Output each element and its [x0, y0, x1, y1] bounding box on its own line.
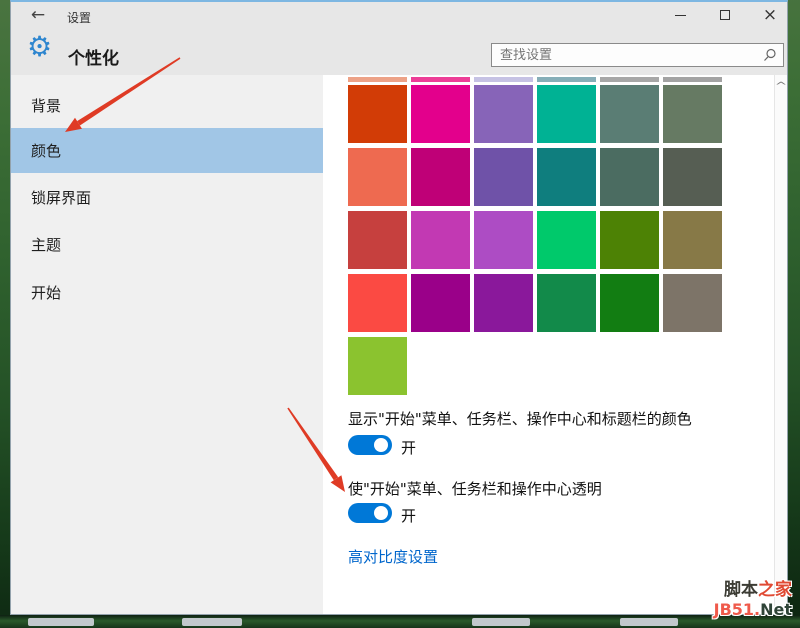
- setting-transparent-label: 使"开始"菜单、任务栏和操作中心透明: [348, 480, 602, 498]
- close-icon: ×: [762, 4, 778, 25]
- gear-icon: ⚙: [27, 30, 53, 63]
- accent-color-swatch[interactable]: [474, 85, 533, 143]
- accent-color-swatch[interactable]: [663, 274, 722, 332]
- accent-color-swatch[interactable]: [348, 211, 407, 269]
- accent-color-swatch[interactable]: [348, 337, 407, 395]
- accent-color-swatch[interactable]: [348, 148, 407, 206]
- accent-color-strip: [411, 77, 470, 82]
- accent-color-swatch[interactable]: [663, 148, 722, 206]
- background-window-fragment: [28, 618, 94, 626]
- page-title: 个性化: [68, 49, 119, 69]
- background-window-fragment: [620, 618, 678, 626]
- accent-color-swatch[interactable]: [411, 211, 470, 269]
- search-box[interactable]: [491, 43, 784, 67]
- accent-color-swatch[interactable]: [600, 274, 659, 332]
- accent-color-swatch[interactable]: [663, 85, 722, 143]
- toggle-knob: [374, 438, 388, 452]
- accent-color-swatch[interactable]: [411, 274, 470, 332]
- accent-color-swatch[interactable]: [537, 85, 596, 143]
- accent-color-swatch[interactable]: [600, 148, 659, 206]
- setting-show-color-label: 显示"开始"菜单、任务栏、操作中心和标题栏的颜色: [348, 410, 692, 428]
- desktop-bottom-strip: [0, 615, 800, 628]
- sidebar-item-themes[interactable]: 主题: [11, 227, 323, 261]
- settings-window: ← 设置 × ⚙ 个性化 背景 颜色 锁屏界面 主题 开始 显示"开始"菜单、任…: [10, 0, 788, 615]
- toggle-transparent[interactable]: [348, 503, 392, 523]
- high-contrast-link[interactable]: 高对比度设置: [348, 546, 438, 567]
- accent-color-strip: [474, 77, 533, 82]
- toggle-transparent-state: 开: [401, 507, 417, 525]
- accent-color-swatch[interactable]: [537, 148, 596, 206]
- accent-color-swatch[interactable]: [474, 274, 533, 332]
- accent-color-swatch[interactable]: [537, 274, 596, 332]
- accent-color-swatch[interactable]: [537, 211, 596, 269]
- accent-color-strip: [537, 77, 596, 82]
- back-button[interactable]: ←: [25, 5, 51, 25]
- accent-color-swatch[interactable]: [348, 274, 407, 332]
- accent-color-swatch[interactable]: [600, 211, 659, 269]
- minimize-button[interactable]: [663, 2, 697, 28]
- accent-color-strip: [348, 77, 407, 82]
- background-window-fragment: [472, 618, 530, 626]
- color-grid: [348, 77, 728, 397]
- accent-color-swatch[interactable]: [411, 85, 470, 143]
- window-chrome: ← 设置 × ⚙ 个性化: [11, 2, 787, 75]
- maximize-icon: [720, 10, 730, 20]
- accent-color-strip: [663, 77, 722, 82]
- watermark: 脚本之家 JB51.Net: [713, 580, 792, 619]
- toggle-knob: [374, 506, 388, 520]
- sidebar: 背景 颜色 锁屏界面 主题 开始: [11, 75, 323, 614]
- search-input[interactable]: [500, 47, 763, 63]
- toggle-show-color[interactable]: [348, 435, 392, 455]
- accent-color-swatch[interactable]: [411, 148, 470, 206]
- scroll-up-icon[interactable]: ^: [772, 81, 790, 92]
- maximize-button[interactable]: [708, 2, 742, 28]
- search-icon: [764, 48, 776, 61]
- close-button[interactable]: ×: [753, 2, 787, 28]
- accent-color-swatch[interactable]: [474, 211, 533, 269]
- accent-color-swatch[interactable]: [348, 85, 407, 143]
- sidebar-item-colors[interactable]: 颜色: [11, 128, 323, 173]
- toggle-show-color-state: 开: [401, 439, 417, 457]
- accent-color-swatch[interactable]: [663, 211, 722, 269]
- sidebar-item-background[interactable]: 背景: [11, 88, 323, 122]
- sidebar-item-lockscreen[interactable]: 锁屏界面: [11, 180, 323, 214]
- sidebar-item-start[interactable]: 开始: [11, 275, 323, 309]
- minimize-icon: [674, 14, 686, 16]
- background-window-fragment: [182, 618, 242, 626]
- accent-color-swatch[interactable]: [474, 148, 533, 206]
- window-title: 设置: [67, 11, 92, 25]
- scrollbar[interactable]: ^: [774, 75, 787, 614]
- accent-color-strip: [600, 77, 659, 82]
- accent-color-swatch[interactable]: [600, 85, 659, 143]
